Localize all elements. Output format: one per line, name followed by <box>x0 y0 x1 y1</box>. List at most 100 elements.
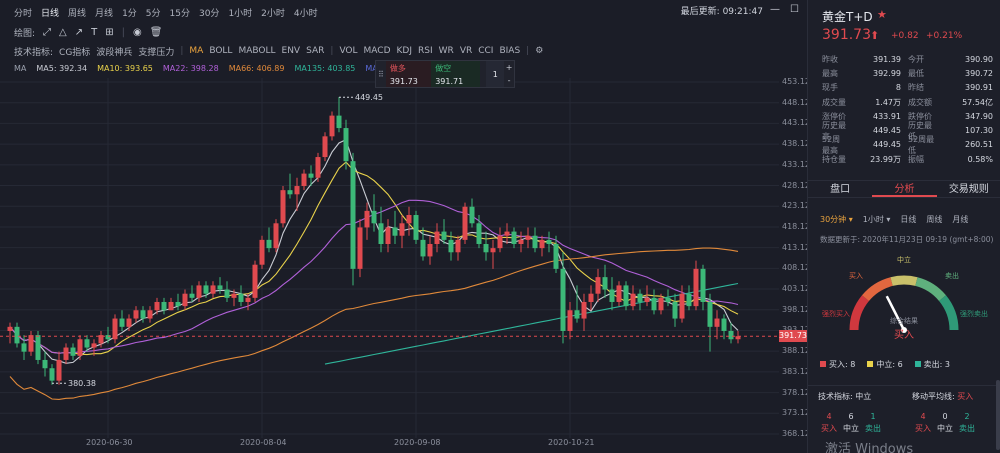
candle-down <box>238 293 244 302</box>
indicator-tab[interactable]: 波段神兵 <box>96 45 132 58</box>
candle-up <box>259 239 265 265</box>
analysis-period[interactable]: 周线 <box>926 214 942 225</box>
right-tabs: 盘口 分析 交易规则 <box>808 180 1000 198</box>
quote-panel: 黄金T+D ★ 391.73 ⬆ +0.82 +0.21% 昨收 391.39 今开… <box>807 0 1000 453</box>
maximize-icon[interactable]: ☐ <box>790 4 799 20</box>
indicator-tab[interactable]: ENV <box>282 46 301 56</box>
candle-up <box>245 297 251 302</box>
period-tab[interactable]: 5分 <box>146 6 161 19</box>
indicator-tab[interactable]: BOLL <box>209 46 232 56</box>
scrollbar[interactable] <box>996 380 1000 450</box>
period-tab[interactable]: 4小时 <box>294 6 318 19</box>
favorite-star-icon[interactable]: ★ <box>877 8 887 21</box>
period-tab[interactable]: 2小时 <box>261 6 285 19</box>
indicator-tab[interactable]: VOL <box>339 46 357 56</box>
ma-legend-value: 403.85 <box>327 63 356 73</box>
ma-legend-value: 406.89 <box>256 63 285 73</box>
signal-label: 中立 <box>843 424 859 433</box>
text-tool-icon[interactable]: T <box>91 27 97 38</box>
indicator-tab[interactable]: MA <box>189 46 203 56</box>
price-tick: 408.12 <box>782 263 810 273</box>
period-tab[interactable]: 月线 <box>95 6 113 19</box>
candle-up <box>273 223 279 249</box>
stat-row: 52周最高 449.45 52周最低 260.51 <box>822 135 993 155</box>
drag-handle-icon[interactable]: ⠿ <box>376 61 386 87</box>
stat-cell: 0.58% <box>967 154 993 164</box>
period-tab[interactable]: 1小时 <box>228 6 252 19</box>
candlestick-chart[interactable]: 449.45 380.38 <box>0 78 779 438</box>
legend-swatch <box>914 361 921 367</box>
arrow-tool-icon[interactable]: ↗ <box>75 27 83 38</box>
indicator-tab[interactable]: MABOLL <box>238 46 275 56</box>
candle-down <box>350 161 356 269</box>
stat-cell: 振幅 <box>908 154 924 164</box>
analysis-period[interactable]: 日线 <box>900 214 916 225</box>
windows-watermark: 激活 Windows <box>825 442 914 453</box>
period-tab[interactable]: 30分 <box>199 6 219 19</box>
sell-short-button[interactable]: 做空 391.71 <box>431 61 481 87</box>
legend-item: 买入: 8 <box>820 359 855 370</box>
indicator-tab[interactable]: BIAS <box>499 46 520 56</box>
candle-up <box>714 318 720 327</box>
settings-gear-icon[interactable]: ⚙ <box>535 46 543 56</box>
candle-up <box>28 335 34 352</box>
stat-cell: 433.91 <box>873 111 901 121</box>
candle-down <box>266 239 272 249</box>
indicator-tab[interactable]: WR <box>439 46 454 56</box>
ma-legend-label: MA66: <box>228 63 254 73</box>
trash-icon[interactable]: 🗑 <box>150 27 163 38</box>
eye-icon[interactable]: ◉ <box>133 27 142 38</box>
stat-cell: 昨收 <box>822 54 838 64</box>
price-tick: 383.12 <box>782 366 810 376</box>
candle-up <box>364 210 370 228</box>
decrement-button[interactable]: - <box>504 74 514 87</box>
stat-row: 现手 8 昨结 390.91 <box>822 81 993 95</box>
gauge-label-strong-sell: 强烈卖出 <box>960 309 988 318</box>
price-tick: 438.12 <box>782 139 810 149</box>
candle-up <box>196 285 202 298</box>
tab-0[interactable]: 盘口 <box>808 181 872 197</box>
tab-2[interactable]: 交易规则 <box>937 181 1000 197</box>
increment-button[interactable]: + <box>504 61 514 74</box>
tab-1[interactable]: 分析 <box>872 181 937 197</box>
indicator-tab[interactable]: CCI <box>478 46 493 56</box>
line-tool-icon[interactable]: ⤢ <box>43 27 51 38</box>
stat-cell: 347.90 <box>965 111 993 121</box>
analysis-period[interactable]: 30分钟 ▾ <box>820 214 853 225</box>
sentiment-gauge: 中立买入 卖出强烈买入 强烈卖出综合结果买入 <box>822 255 988 341</box>
candle-down <box>637 293 643 302</box>
indicator-tab[interactable]: MACD <box>364 46 391 56</box>
candle-down <box>203 285 209 294</box>
indicator-tab[interactable]: 支撑压力 <box>138 45 174 58</box>
period-tab[interactable]: 日线 <box>41 6 59 19</box>
candle-up <box>658 297 664 311</box>
quantity-input[interactable]: 1 <box>486 61 505 87</box>
candle-up <box>455 239 461 253</box>
indicator-tab[interactable]: VR <box>460 46 472 56</box>
tech-summary: 技术指标: 中立 461 买入 中立 卖出 <box>818 391 908 434</box>
period-tab[interactable]: 分时 <box>14 6 32 19</box>
period-tab[interactable]: 1分 <box>122 6 137 19</box>
analysis-period[interactable]: 1小时 ▾ <box>863 214 891 225</box>
indicator-tab[interactable]: RSI <box>418 46 433 56</box>
ma-legend-label: MA5: <box>36 63 57 73</box>
candle-up <box>427 244 433 257</box>
signal-count: 4 <box>826 412 832 421</box>
indicator-tab[interactable]: SAR <box>306 46 324 56</box>
minimize-icon[interactable]: — <box>770 4 780 20</box>
indicator-tab[interactable]: CG指标 <box>59 45 90 58</box>
legend-text: 中立: 6 <box>876 360 903 369</box>
period-tab[interactable]: 周线 <box>68 6 86 19</box>
candle-up <box>329 115 335 137</box>
buy-long-button[interactable]: 做多 391.73 <box>385 61 432 87</box>
candle-down <box>308 173 314 178</box>
candle-up <box>490 248 496 253</box>
grid-tool-icon[interactable]: ⊞ <box>105 27 113 38</box>
analysis-period[interactable]: 月线 <box>952 214 968 225</box>
data-update-time: 数据更新于: 2020年11月23日 09:19 (gmt+8:00) <box>820 235 994 244</box>
triangle-tool-icon[interactable]: △ <box>59 27 67 38</box>
candle-down <box>546 239 552 245</box>
candle-down <box>483 244 489 253</box>
indicator-tab[interactable]: KDJ <box>397 46 413 56</box>
period-tab[interactable]: 15分 <box>170 6 190 19</box>
